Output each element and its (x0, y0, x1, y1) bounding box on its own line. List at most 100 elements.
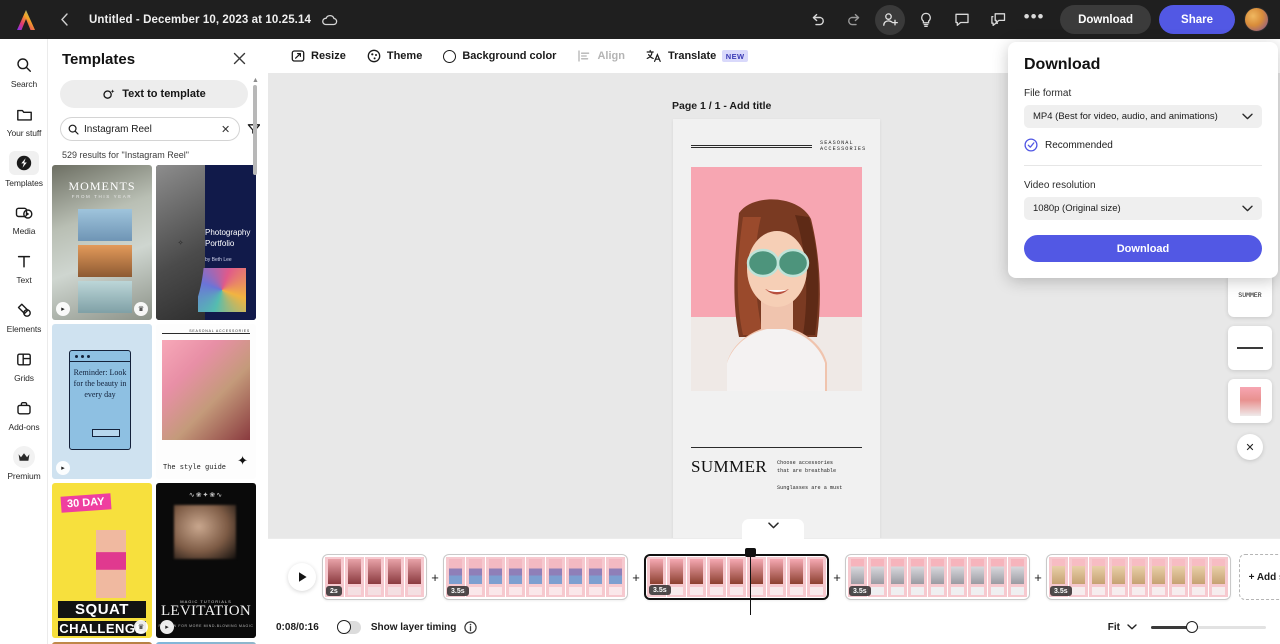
resize-icon (291, 49, 305, 63)
design-kicker: SEASONAL ACCESSORIES (820, 140, 880, 152)
left-rail: Search Your stuff Templates Media Text (0, 39, 48, 644)
timeline-scene[interactable]: 3.5s (443, 554, 628, 600)
add-scene-plus-icon[interactable]: + (628, 570, 644, 585)
align-button[interactable]: Align (568, 43, 634, 69)
add-scene-button[interactable]: + Add scene (1239, 554, 1280, 600)
file-format-label: File format (1024, 88, 1262, 99)
zoom-level-label[interactable]: Fit (1108, 622, 1120, 633)
template-card[interactable]: Reminder: Look for the beauty in every d… (52, 324, 152, 479)
timeline-scene[interactable]: 3.5s (845, 554, 1030, 600)
templates-panel: Templates Text to template ✕ 529 (48, 39, 260, 644)
layer-text[interactable]: SUMMER (1228, 273, 1272, 317)
undo-button[interactable] (803, 5, 833, 35)
file-format-select[interactable]: MP4 (Best for video, audio, and animatio… (1024, 105, 1262, 128)
rail-item-addons[interactable]: Add-ons (0, 390, 48, 439)
video-resolution-select[interactable]: 1080p (Original size) (1024, 197, 1262, 220)
timeline-scene[interactable]: 3.5s (1046, 554, 1231, 600)
design-body-line1: Choose accessories (777, 459, 865, 467)
rail-label: Text (16, 275, 31, 285)
video-icon: ▸ (160, 620, 174, 634)
duplicate-icon[interactable] (983, 5, 1013, 35)
template-card[interactable]: 30 DAY SQUAT CHALLENGE ♛ (52, 483, 152, 638)
grids-icon (10, 348, 38, 370)
theme-button[interactable]: Theme (358, 43, 431, 69)
template-card[interactable]: ∿❀✦❀∿ MAGIC TUTORIALS LEVITATION FOLLOW … (156, 483, 256, 638)
search-icon (68, 124, 79, 135)
background-color-button[interactable]: Background color (434, 43, 565, 69)
page-title-label[interactable]: Page 1 / 1 - Add title (672, 100, 771, 112)
design-page[interactable]: SEASONAL ACCESSORIES (673, 119, 880, 538)
collapse-timeline-button[interactable] (742, 519, 804, 540)
template-subtitle: FROM THIS YEAR (52, 194, 152, 199)
cloud-saved-icon (321, 14, 338, 26)
close-icon[interactable]: ✕ (1237, 434, 1263, 460)
timeline-scene[interactable]: 2s (322, 554, 427, 600)
rail-item-templates[interactable]: Templates (0, 145, 48, 194)
rail-item-text[interactable]: Text (0, 243, 48, 292)
clear-icon[interactable]: ✕ (221, 123, 232, 136)
design-body[interactable]: Choose accessories that are breathable S… (777, 459, 865, 492)
download-button[interactable]: Download (1060, 5, 1151, 34)
rail-label: Search (11, 79, 37, 89)
redo-button[interactable] (839, 5, 869, 35)
template-title: LEVITATION (156, 603, 256, 620)
zoom-slider[interactable] (1151, 620, 1266, 634)
add-person-icon[interactable] (875, 5, 905, 35)
playhead-knob[interactable] (745, 548, 756, 557)
rail-item-media[interactable]: Media (0, 194, 48, 243)
addons-icon (10, 397, 38, 419)
design-heading[interactable]: SUMMER (691, 457, 767, 477)
playhead[interactable] (745, 548, 756, 615)
template-title: MOMENTS (52, 179, 152, 194)
rail-label: Templates (5, 178, 43, 188)
rail-item-premium[interactable]: Premium (0, 439, 48, 488)
template-card[interactable]: Photography Portfolio by Beth Lee ✧ (156, 165, 256, 320)
template-card[interactable]: MOMENTS FROM THIS YEAR ▸ ♛ (52, 165, 152, 320)
close-icon[interactable] (233, 52, 246, 67)
rail-item-your-stuff[interactable]: Your stuff (0, 96, 48, 145)
translate-label: Translate (668, 50, 716, 62)
rail-item-elements[interactable]: Elements (0, 292, 48, 341)
document-title[interactable]: Untitled - December 10, 2023 at 10.25.14 (89, 14, 311, 26)
template-card[interactable]: SEASONAL ACCESSORIES The style guide ✦ (156, 324, 256, 479)
rail-item-search[interactable]: Search (0, 47, 48, 96)
scene-duration: 3.5s (1050, 586, 1072, 596)
align-label: Align (597, 50, 625, 62)
scrollbar-thumb[interactable] (253, 85, 257, 175)
add-scene-plus-icon[interactable]: + (427, 570, 443, 585)
layer-image[interactable] (1228, 379, 1272, 423)
chevron-down-icon[interactable] (1127, 624, 1137, 630)
comment-icon[interactable] (947, 5, 977, 35)
more-options-icon[interactable]: ••• (1019, 5, 1049, 35)
rail-item-grids[interactable]: Grids (0, 341, 48, 390)
results-count: 529 results for "Instagram Reel" (48, 141, 260, 165)
line-icon (1237, 347, 1263, 349)
search-input[interactable] (84, 124, 216, 135)
play-button[interactable] (288, 563, 316, 591)
show-layer-timing-toggle[interactable] (337, 621, 361, 634)
text-icon (10, 250, 38, 272)
timeline-scene-selected[interactable]: 3.5s (644, 554, 829, 600)
design-body-line3: Sunglasses are a must (777, 484, 865, 492)
timeline: 2s + 3.5s + (268, 538, 1280, 644)
info-icon[interactable] (464, 621, 477, 634)
resize-button[interactable]: Resize (282, 43, 355, 69)
translate-button[interactable]: Translate NEW (637, 43, 757, 69)
back-button[interactable] (51, 7, 77, 33)
design-photo[interactable] (691, 167, 862, 391)
layer-line[interactable] (1228, 326, 1272, 370)
search-box[interactable]: ✕ (60, 117, 240, 141)
lightbulb-icon[interactable] (911, 5, 941, 35)
add-scene-plus-icon[interactable]: + (1030, 570, 1046, 585)
avatar[interactable] (1244, 7, 1269, 32)
app-logo-icon[interactable] (13, 7, 39, 33)
slider-handle[interactable] (1186, 621, 1198, 633)
download-confirm-button[interactable]: Download (1024, 235, 1262, 262)
crown-icon: ♛ (134, 620, 148, 634)
panel-scrollbar[interactable]: ▲ (253, 85, 257, 585)
add-scene-plus-icon[interactable]: + (829, 570, 845, 585)
share-button[interactable]: Share (1159, 5, 1235, 34)
scroll-up-icon[interactable]: ▲ (252, 77, 259, 84)
text-to-template-button[interactable]: Text to template (60, 80, 248, 108)
rail-label: Elements (7, 324, 42, 334)
